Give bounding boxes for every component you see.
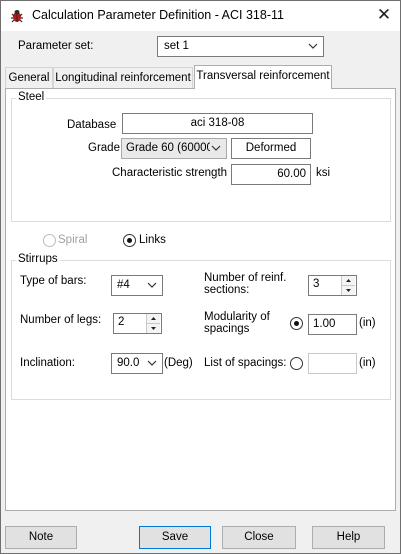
list-of-spacings-field[interactable] [308, 353, 357, 374]
steel-group-title: Steel [16, 91, 47, 103]
spin-up-button[interactable] [147, 314, 160, 324]
close-button[interactable]: Close [222, 526, 296, 549]
close-icon: ✕ [376, 5, 392, 24]
links-label: Links [139, 234, 166, 246]
spiral-radio[interactable] [43, 234, 56, 247]
help-button[interactable]: Help [312, 526, 385, 549]
modularity-field[interactable]: 1.00 [308, 314, 357, 335]
type-of-bars-value: #4 [117, 279, 130, 291]
chevron-down-icon [147, 360, 157, 366]
note-button[interactable]: Note [5, 526, 77, 549]
parameter-set-dropdown[interactable]: set 1 [157, 36, 324, 57]
stirrups-group-title: Stirrups [16, 253, 60, 265]
modularity-unit-label: (in) [359, 317, 376, 329]
characteristic-strength-field[interactable]: 60.00 [231, 164, 311, 185]
tab-longitudinal-reinforcement[interactable]: Longitudinal reinforcement [53, 67, 193, 89]
save-button[interactable]: Save [139, 526, 211, 549]
list-unit-label: (in) [359, 357, 376, 369]
type-of-bars-label: Type of bars: [20, 275, 87, 287]
tab-general[interactable]: General [5, 67, 53, 89]
chevron-down-icon [346, 289, 351, 292]
spin-down-button[interactable] [342, 286, 355, 295]
chevron-down-icon [308, 43, 318, 49]
grade-label: Grade [88, 142, 120, 154]
chevron-up-icon [151, 317, 156, 320]
modularity-of-spacings-label: Modularity of spacings [204, 311, 270, 335]
list-of-spacings-radio[interactable] [290, 357, 303, 370]
chevron-up-icon [346, 279, 351, 282]
grade-value: Grade 60 (60000 [126, 142, 213, 154]
modularity-radio[interactable] [290, 317, 303, 330]
inclination-dropdown[interactable]: 90.0 [111, 353, 163, 374]
chevron-down-icon [147, 282, 157, 288]
parameter-set-value: set 1 [164, 40, 189, 52]
characteristic-strength-label: Characteristic strength [112, 167, 228, 179]
spin-up-button[interactable] [342, 276, 355, 286]
list-of-spacings-label: List of spacings: [204, 357, 287, 369]
number-of-legs-label: Number of legs: [20, 314, 102, 326]
grade-dropdown[interactable]: Grade 60 (60000 [121, 138, 227, 159]
close-window-button[interactable]: ✕ [372, 4, 396, 26]
database-label: Database [67, 119, 117, 131]
number-of-reinf-sections-stepper[interactable]: 3 [308, 275, 357, 296]
number-of-reinf-sections-label: Number of reinf. sections: [204, 272, 287, 296]
tab-transversal-reinforcement[interactable]: Transversal reinforcement [194, 65, 332, 89]
links-radio[interactable] [123, 234, 136, 247]
type-of-bars-dropdown[interactable]: #4 [111, 275, 163, 296]
spin-down-button[interactable] [147, 324, 160, 333]
number-of-legs-stepper[interactable]: 2 [113, 313, 162, 334]
chevron-down-icon [210, 139, 222, 158]
database-field[interactable]: aci 318-08 [122, 113, 313, 134]
inclination-unit-label: (Deg) [164, 357, 193, 369]
inclination-label: Inclination: [20, 357, 75, 369]
inclination-value: 90.0 [117, 357, 140, 369]
strength-unit-label: ksi [316, 167, 331, 179]
window-title: Calculation Parameter Definition - ACI 3… [32, 8, 284, 22]
number-of-reinf-sections-value: 3 [313, 278, 320, 290]
chevron-down-icon [151, 327, 156, 330]
parameter-set-label: Parameter set: [18, 40, 94, 52]
spiral-label: Spiral [58, 234, 88, 246]
number-of-legs-value: 2 [118, 316, 125, 328]
bug-icon [11, 10, 23, 23]
grade-type-field: Deformed [231, 138, 311, 159]
